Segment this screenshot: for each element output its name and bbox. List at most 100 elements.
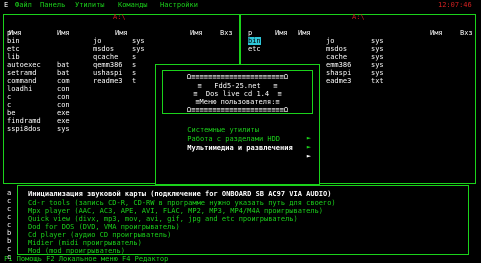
file-ext: sys <box>371 69 384 77</box>
left-col-head-3: Имя <box>190 29 203 37</box>
drive-letter: a <box>7 189 12 197</box>
left-file-row[interactable]: autoexec <box>7 61 41 69</box>
file-name: command <box>7 77 37 85</box>
left-col-head-2: Имя <box>115 29 128 37</box>
file-name: shaspi <box>326 69 352 77</box>
right2-file-row[interactable]: msdos <box>326 45 347 53</box>
file-ext: s <box>132 61 137 69</box>
drive-letter: c <box>7 213 12 221</box>
file-name: sspi8dos <box>7 125 41 133</box>
left-panel-path: A:\ <box>113 13 126 21</box>
menu-item-utilities[interactable]: Утилиты <box>75 1 105 9</box>
file-ext: com <box>57 77 70 85</box>
left-file-row[interactable]: р <box>7 29 11 37</box>
file-ext: con <box>57 101 70 109</box>
submenu-arrow-icon: ► <box>306 152 311 160</box>
file-name: cache <box>326 53 348 61</box>
banner-line: ≡ Dos live cd 1.4 ≡ <box>193 90 282 98</box>
file-ext: s <box>132 53 137 61</box>
left-file-row[interactable]: c <box>7 101 11 109</box>
menu-item-commands[interactable]: Команды <box>118 1 148 9</box>
file-name: msdos <box>326 45 348 53</box>
drive-letter: b <box>7 229 12 237</box>
left2-file-row[interactable]: ushaspi <box>93 69 123 77</box>
file-name: loadhi <box>7 85 33 93</box>
file-ext: bat <box>57 61 70 69</box>
submenu-item[interactable]: Mod (mod проигрыватель) <box>28 247 125 255</box>
left2-file-row[interactable]: readme3 <box>93 77 123 85</box>
left-file-row[interactable]: be <box>7 109 15 117</box>
right2-file-row[interactable]: shaspi <box>326 69 351 77</box>
banner-line: ≡Меню пользователя:≡ <box>195 98 280 106</box>
right-col-head-2: Имя <box>430 29 443 37</box>
left-file-row[interactable]: sspi8dos <box>7 125 41 133</box>
file-name: bin <box>248 37 261 45</box>
drive-letter: c <box>7 197 12 205</box>
file-ext: s <box>132 69 137 77</box>
left-file-row[interactable]: loadhi <box>7 85 32 93</box>
drive-letter: c <box>7 221 12 229</box>
menu-item-panel[interactable]: Панель <box>40 1 65 9</box>
user-menu: Ω≡≡≡≡≡≡≡≡≡≡≡≡≡≡≡≡≡≡≡≡≡≡Ω ≡ Fdd5-25.net ≡… <box>155 64 320 185</box>
file-name: jo <box>326 37 335 45</box>
submenu-item[interactable]: Cd-r tools (запись CD-R, CD-RW в програм… <box>28 199 336 207</box>
left2-file-row[interactable]: msdos <box>93 45 114 53</box>
clock: 12:07:46 <box>438 1 472 9</box>
dos-navigator-screen: E Файл Панель Утилиты Команды Настройки … <box>0 0 481 263</box>
left2-file-row[interactable]: qcache <box>93 53 118 61</box>
banner-line: Ω≡≡≡≡≡≡≡≡≡≡≡≡≡≡≡≡≡≡≡≡≡≡Ω <box>186 73 289 81</box>
left-file-row[interactable]: bin <box>7 37 20 45</box>
banner-line: ≡ Fdd5-25.net ≡ <box>197 82 278 90</box>
left-file-row[interactable]: etc <box>7 45 20 53</box>
function-key-bar[interactable]: F1 Помощь F2 Локальное меню F4 Редактор <box>4 255 481 263</box>
file-ext: Имя <box>298 29 311 37</box>
file-ext: exe <box>57 117 70 125</box>
menu-bar: E Файл Панель Утилиты Команды Настройки … <box>0 0 481 10</box>
left-file-row[interactable]: c <box>7 93 11 101</box>
file-name: emm386 <box>326 61 352 69</box>
right-file-row[interactable]: р <box>248 29 252 37</box>
file-name: р <box>7 29 12 37</box>
file-ext: sys <box>132 45 145 53</box>
submenu-item[interactable]: Cd player (аудио CD проигрыватель) <box>28 231 171 239</box>
file-ext: sys <box>371 37 384 45</box>
submenu-item[interactable]: Midier (midi проигрыватель) <box>28 239 142 247</box>
submenu-item[interactable]: Dod for DOS (DVD, VMA проигрыватель) <box>28 223 180 231</box>
right2-file-row[interactable]: emm386 <box>326 61 351 69</box>
right2-file-row[interactable]: jo <box>326 37 334 45</box>
menu-item-settings[interactable]: Настройки <box>160 1 198 9</box>
submenu-item[interactable]: Mpx player (AAC, AC3, APE, AVI, FLAC, MP… <box>28 207 323 215</box>
file-name: eadme3 <box>326 77 352 85</box>
file-ext: sys <box>371 53 384 61</box>
left2-file-row[interactable]: qemm386 <box>93 61 123 69</box>
file-ext: sys <box>57 125 70 133</box>
right-col-head-3: Вхз <box>460 29 473 37</box>
menu-item-file[interactable]: Файл <box>15 1 32 9</box>
drive-letter: c <box>7 205 12 213</box>
file-name: etc <box>248 45 261 53</box>
left-file-row[interactable]: command <box>7 77 37 85</box>
right2-file-row[interactable]: cache <box>326 53 347 61</box>
file-name: c <box>7 101 12 109</box>
file-name: autoexec <box>7 61 41 69</box>
file-name: readme3 <box>93 77 123 85</box>
submenu-item[interactable]: Quick view (divx, mp3, mov, avi, gif, jp… <box>28 215 298 223</box>
right-file-row[interactable]: etc <box>248 45 261 53</box>
menu-item-e[interactable]: E <box>4 1 8 9</box>
file-name: qcache <box>93 53 119 61</box>
left2-file-row[interactable]: jo <box>93 37 101 45</box>
file-ext: con <box>57 93 70 101</box>
file-ext: Имя <box>57 29 70 37</box>
right-file-row[interactable]: bin <box>248 37 261 45</box>
submenu-item[interactable]: Инициализация звуковой карты (подключени… <box>28 190 331 198</box>
right2-file-row[interactable]: eadme3 <box>326 77 351 85</box>
left-file-row[interactable]: setramd <box>7 69 37 77</box>
file-name: be <box>7 109 16 117</box>
file-name: ushaspi <box>93 69 123 77</box>
left-file-row[interactable]: findramd <box>7 117 41 125</box>
menu-item-multimedia[interactable]: Мультимедиа и развлечения ► <box>162 136 315 168</box>
left-file-row[interactable]: lib <box>7 53 20 61</box>
file-ext: sys <box>371 45 384 53</box>
file-name: setramd <box>7 69 37 77</box>
file-name: р <box>248 29 253 37</box>
